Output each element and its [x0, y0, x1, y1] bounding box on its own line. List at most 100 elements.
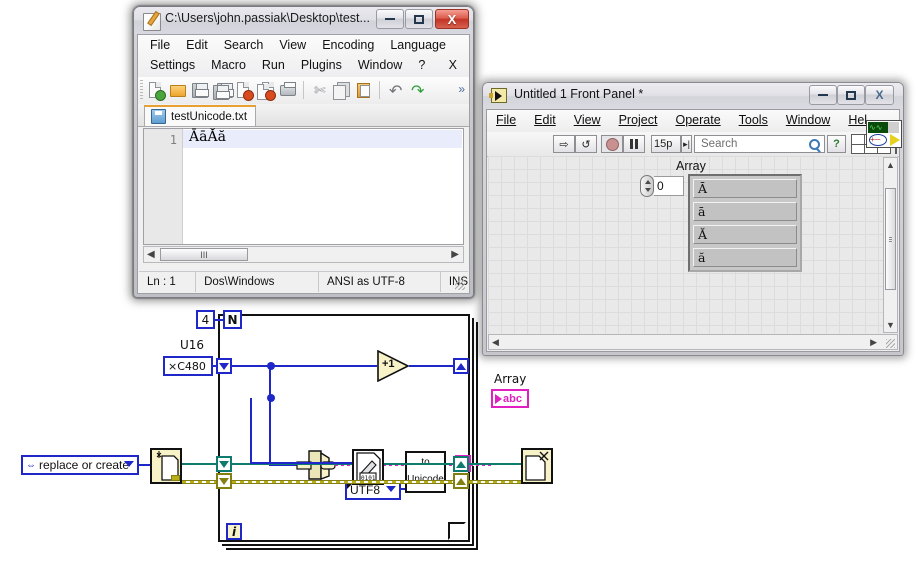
lv-menu-tools[interactable]: Tools: [730, 110, 777, 127]
pause-icon[interactable]: [623, 135, 645, 153]
context-help-icon[interactable]: ?: [827, 135, 846, 153]
toolbar-overflow-chevron-icon[interactable]: »: [458, 82, 465, 96]
close-all-files-icon[interactable]: [257, 81, 276, 101]
iteration-terminal-i[interactable]: i: [226, 523, 242, 540]
font-size-selector[interactable]: 15p: [651, 135, 681, 153]
fp-vertical-scrollbar[interactable]: ▲ ▼: [883, 157, 898, 333]
copy-icon[interactable]: [333, 81, 352, 100]
npp-editor-area[interactable]: 1 ĀāĂă: [143, 128, 464, 245]
run-continuously-icon[interactable]: ↺: [575, 135, 597, 153]
type-cast-function[interactable]: [295, 450, 337, 481]
enum-dropdown-icon[interactable]: [124, 461, 134, 467]
hscroll-thumb-grip: III: [200, 249, 208, 260]
undo-icon[interactable]: ↶: [387, 81, 406, 100]
open-create-replace-file-vi[interactable]: [150, 448, 182, 484]
array-element-3[interactable]: ă: [693, 248, 797, 267]
run-arrow-icon[interactable]: ⇨: [553, 135, 575, 153]
tunnel-up-arrow-icon: [456, 477, 466, 485]
lv-menu-operate[interactable]: Operate: [666, 110, 729, 127]
menu-view[interactable]: View: [271, 36, 314, 54]
labview-block-diagram[interactable]: 4 N i U16 ×C480 +1 UTF8 Array abc ⇔ repl…: [0, 300, 560, 577]
close-file-icon[interactable]: [235, 81, 254, 101]
lv-menu-file[interactable]: File: [487, 110, 525, 127]
lv-maximize-button[interactable]: [837, 85, 865, 105]
cut-icon[interactable]: ✄: [311, 81, 330, 100]
new-file-icon[interactable]: [147, 81, 166, 101]
text-settings-dropdown-icon[interactable]: ▸|: [681, 135, 692, 153]
increment-decrement-icon[interactable]: [640, 175, 654, 197]
close-file-vi[interactable]: [521, 448, 553, 484]
npp-close-button[interactable]: X: [435, 9, 469, 29]
array-index-display[interactable]: 0: [640, 175, 686, 197]
save-icon[interactable]: [191, 81, 210, 100]
increment-label: +1: [382, 358, 395, 370]
toolbar-grip[interactable]: [140, 80, 143, 100]
magnifier-icon[interactable]: [809, 139, 820, 150]
loop-input-tunnel-top[interactable]: [216, 358, 232, 374]
resize-grip-icon[interactable]: [455, 280, 465, 290]
scroll-right-arrow-icon[interactable]: ▶: [451, 249, 459, 260]
lv-menu-window[interactable]: Window: [777, 110, 839, 127]
hscroll-thumb[interactable]: III: [160, 248, 248, 261]
menu-run[interactable]: Run: [254, 56, 293, 74]
loop-output-tunnel-refnum[interactable]: [453, 456, 469, 472]
loop-count-terminal-N[interactable]: N: [223, 310, 242, 329]
menu-help[interactable]: ?: [410, 56, 433, 74]
to-unicode-subvi[interactable]: to Unicode: [405, 451, 446, 493]
lv-menu-view[interactable]: View: [565, 110, 610, 127]
loop-input-tunnel-refnum[interactable]: [216, 456, 232, 472]
file-operation-enum[interactable]: ⇔ replace or create: [21, 455, 139, 475]
npp-minimize-button[interactable]: [376, 9, 404, 29]
lv-menu-edit[interactable]: Edit: [525, 110, 565, 127]
scroll-up-arrow-icon[interactable]: ▲: [884, 160, 897, 170]
lv-minimize-button[interactable]: [809, 85, 837, 105]
loop-input-tunnel-error[interactable]: [216, 473, 232, 489]
menu-edit[interactable]: Edit: [178, 36, 216, 54]
array-element-0[interactable]: Ā: [693, 179, 797, 198]
scroll-right-arrow-icon[interactable]: ▶: [870, 337, 877, 348]
menu-encoding[interactable]: Encoding: [314, 36, 382, 54]
menu-file[interactable]: File: [142, 36, 178, 54]
loop-count-constant[interactable]: 4: [196, 310, 215, 329]
vi-snippet-icon[interactable]: ∿∿ +─: [866, 120, 902, 148]
npp-maximize-button[interactable]: [405, 9, 433, 29]
lv-title-bar[interactable]: Untitled 1 Front Panel * X: [483, 83, 903, 109]
loop-output-tunnel-error[interactable]: [453, 473, 469, 489]
notepad-plus-plus-window: C:\Users\john.passiak\Desktop\test... X …: [133, 6, 474, 298]
npp-title-bar[interactable]: C:\Users\john.passiak\Desktop\test... X: [134, 7, 473, 34]
loop-output-tunnel-top[interactable]: [453, 358, 469, 374]
array-element-1[interactable]: ā: [693, 202, 797, 221]
open-file-icon[interactable]: [169, 81, 188, 100]
constant-representation-label: U16: [180, 338, 205, 352]
lv-menu-project[interactable]: Project: [610, 110, 667, 127]
resize-grip-icon[interactable]: [886, 339, 895, 348]
abort-execution-icon[interactable]: [601, 135, 623, 153]
menu-settings[interactable]: Settings: [142, 56, 203, 74]
menu-close-document-button[interactable]: X: [441, 56, 465, 74]
array-index-value[interactable]: 0: [654, 176, 684, 196]
search-input[interactable]: Search: [694, 135, 825, 153]
print-icon[interactable]: [279, 81, 298, 100]
hex-numeric-constant[interactable]: ×C480: [163, 356, 213, 376]
refnum-wire-tunnel-to-close: [469, 463, 523, 465]
menu-macro[interactable]: Macro: [203, 56, 254, 74]
array-string-indicator-terminal[interactable]: abc: [491, 389, 529, 408]
array-element-2[interactable]: Ă: [693, 225, 797, 244]
error-wire-open-to-tunnel: [182, 480, 220, 484]
editor-horizontal-scrollbar[interactable]: ◀ III ▶: [143, 246, 464, 263]
increment-function[interactable]: +1: [377, 350, 411, 382]
tab-testunicode-txt[interactable]: testUnicode.txt: [144, 105, 257, 126]
redo-icon[interactable]: ↷: [409, 81, 428, 100]
paste-icon[interactable]: [355, 81, 374, 100]
save-all-icon[interactable]: [213, 81, 234, 100]
lv-close-button[interactable]: X: [865, 85, 894, 105]
menu-search[interactable]: Search: [216, 36, 272, 54]
fp-vscroll-thumb[interactable]: [885, 188, 896, 290]
menu-window[interactable]: Window: [350, 56, 410, 74]
menu-language[interactable]: Language: [382, 36, 454, 54]
scroll-left-arrow-icon[interactable]: ◀: [147, 249, 155, 260]
menu-plugins[interactable]: Plugins: [293, 56, 350, 74]
tunnel-down-arrow-icon: [219, 362, 229, 370]
enum-dropdown-icon[interactable]: [386, 486, 396, 492]
scroll-down-arrow-icon[interactable]: ▼: [884, 320, 897, 330]
